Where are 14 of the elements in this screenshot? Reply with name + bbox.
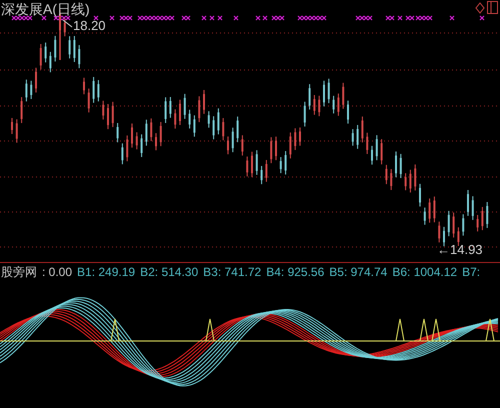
panel-icon[interactable] xyxy=(487,1,498,14)
series-value: B5: 974.74 xyxy=(329,265,388,280)
series-value: B6: 1004.12 xyxy=(392,265,458,280)
chart-title: 深发展A(日线) xyxy=(1,0,90,18)
series-value: B4: 925.56 xyxy=(266,265,324,280)
low-price-label: ←14.93 xyxy=(437,242,483,258)
high-price-label: 18.20 xyxy=(73,18,106,34)
series-value: B1: 249.19 xyxy=(77,265,136,280)
indicator-name: 股旁网 xyxy=(1,265,37,280)
series-value: B7: xyxy=(462,265,480,280)
series-value: B3: 741.72 xyxy=(203,265,262,280)
indicator-value: : 0.00 xyxy=(42,265,72,280)
diamond-icon[interactable] xyxy=(475,2,485,14)
series-value: B2: 514.30 xyxy=(140,265,198,280)
